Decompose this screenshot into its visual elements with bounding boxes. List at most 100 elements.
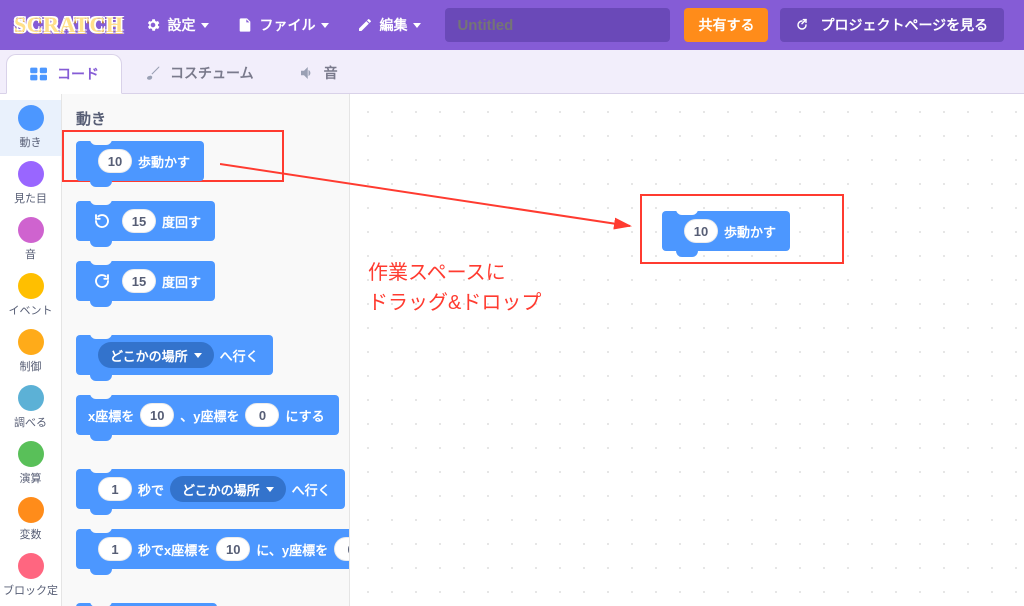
block-input-number[interactable]: 15: [122, 209, 156, 233]
annotation-text: 作業スペースに ドラッグ&ドロップ: [368, 258, 541, 318]
block-dropdown-label: どこかの場所: [182, 480, 260, 499]
category-dot-icon: [18, 217, 44, 243]
main-area: 動き 見た目 音 イベント 制御 調べる 演算 変数: [0, 94, 1024, 606]
edit-menu[interactable]: 編集: [345, 0, 433, 50]
category-operators[interactable]: 演算: [0, 436, 61, 492]
chevron-down-icon: [321, 23, 329, 28]
category-dot-icon: [18, 385, 44, 411]
edit-label: 編集: [379, 15, 407, 35]
annotation-text-line2: ドラッグ&ドロップ: [368, 288, 541, 318]
block-text: へ行く: [220, 346, 259, 365]
block-text: 秒でx座標を: [138, 540, 210, 559]
tab-code-label: コード: [57, 64, 99, 84]
brush-icon: [144, 64, 162, 82]
code-icon: [29, 66, 49, 82]
file-icon: [237, 17, 253, 33]
settings-menu[interactable]: 設定: [133, 0, 221, 50]
editor-tabs: コード コスチューム 音: [0, 50, 1024, 94]
chevron-down-icon: [194, 353, 202, 358]
block-input-number[interactable]: 1: [98, 477, 132, 501]
tab-code[interactable]: コード: [6, 54, 122, 94]
category-sensing[interactable]: 調べる: [0, 380, 61, 436]
chevron-down-icon: [201, 23, 209, 28]
block-text: に、y座標を: [256, 540, 328, 559]
scripts-workspace[interactable]: 10 歩動かす 作業スペースに ドラッグ&ドロップ: [350, 94, 1024, 606]
block-text: 秒で: [138, 480, 164, 499]
category-label: 調べる: [14, 414, 47, 430]
category-label: 動き: [20, 134, 42, 150]
block-dropdown[interactable]: どこかの場所: [170, 476, 286, 502]
block-text: へ行く: [292, 480, 331, 499]
category-dot-icon: [18, 553, 44, 579]
link-out-icon: [796, 17, 812, 33]
category-label: ブロック定: [3, 582, 58, 598]
category-dot-icon: [18, 441, 44, 467]
block-goto-menu[interactable]: どこかの場所 へ行く: [76, 335, 273, 375]
category-label: 見た目: [14, 190, 47, 206]
file-label: ファイル: [259, 15, 315, 35]
category-variables[interactable]: 変数: [0, 492, 61, 548]
category-dot-icon: [18, 161, 44, 187]
block-input-number[interactable]: 10: [216, 537, 250, 561]
category-control[interactable]: 制御: [0, 324, 61, 380]
block-glide-to-xy[interactable]: 1 秒でx座標を 10 に、y座標を 0: [76, 529, 350, 569]
settings-label: 設定: [167, 15, 195, 35]
block-input-number[interactable]: 10: [684, 219, 718, 243]
block-input-number[interactable]: 10: [98, 149, 132, 173]
block-turn-cw[interactable]: 15 度回す: [76, 201, 215, 241]
category-myblocks[interactable]: ブロック定: [0, 548, 61, 604]
block-move-steps[interactable]: 10 歩動かす: [76, 141, 204, 181]
share-button[interactable]: 共有する: [684, 8, 768, 42]
see-project-page-button[interactable]: プロジェクトページを見る: [780, 8, 1004, 42]
block-text: 歩動かす: [138, 152, 190, 171]
block-text: x座標を: [88, 406, 134, 425]
chevron-down-icon: [266, 487, 274, 492]
category-label: イベント: [9, 302, 53, 318]
category-motion[interactable]: 動き: [0, 100, 61, 156]
gear-icon: [145, 17, 161, 33]
tab-sounds-label: 音: [324, 63, 338, 83]
block-dropdown-label: どこかの場所: [110, 346, 188, 365]
see-project-page-label: プロジェクトページを見る: [820, 15, 988, 35]
block-dropdown[interactable]: どこかの場所: [98, 342, 214, 368]
tab-sounds[interactable]: 音: [276, 53, 360, 93]
category-dot-icon: [18, 329, 44, 355]
pencil-icon: [357, 17, 373, 33]
annotation-text-line1: 作業スペースに: [368, 258, 541, 288]
category-label: 音: [25, 246, 36, 262]
block-glide-to-menu[interactable]: 1 秒で どこかの場所 へ行く: [76, 469, 345, 509]
rotate-ccw-icon: [92, 271, 112, 291]
block-text: 度回す: [162, 272, 201, 291]
rotate-cw-icon: [92, 211, 112, 231]
block-input-number[interactable]: 1: [98, 537, 132, 561]
palette-header: 動き: [76, 108, 349, 129]
block-input-number[interactable]: 0: [245, 403, 279, 427]
scratch-logo: SCRATCH: [14, 12, 123, 38]
chevron-down-icon: [413, 23, 421, 28]
block-input-number[interactable]: 0: [334, 537, 350, 561]
block-goto-xy[interactable]: x座標を 10 、y座標を 0 にする: [76, 395, 339, 435]
category-label: 制御: [20, 358, 42, 374]
block-text: にする: [285, 406, 324, 425]
block-text: 、y座標を: [180, 406, 239, 425]
category-events[interactable]: イベント: [0, 268, 61, 324]
sound-icon: [298, 64, 316, 82]
category-label: 演算: [20, 470, 42, 486]
block-text: 歩動かす: [724, 222, 776, 241]
tab-costumes[interactable]: コスチューム: [122, 53, 276, 93]
block-input-number[interactable]: 10: [140, 403, 174, 427]
category-label: 変数: [20, 526, 42, 542]
top-menu-bar: SCRATCH 設定 ファイル 編集 共有する プロジェクトページを見る: [0, 0, 1024, 50]
category-dot-icon: [18, 273, 44, 299]
workspace-block-move-steps[interactable]: 10 歩動かす: [662, 211, 790, 251]
file-menu[interactable]: ファイル: [225, 0, 341, 50]
block-palette: 動き 10 歩動かす 15 度回す 15: [62, 94, 350, 606]
project-title-input[interactable]: [445, 8, 670, 42]
category-looks[interactable]: 見た目: [0, 156, 61, 212]
tab-costumes-label: コスチューム: [170, 63, 254, 83]
block-text: 度回す: [162, 212, 201, 231]
block-input-number[interactable]: 15: [122, 269, 156, 293]
block-turn-ccw[interactable]: 15 度回す: [76, 261, 215, 301]
category-dot-icon: [18, 497, 44, 523]
category-sound[interactable]: 音: [0, 212, 61, 268]
